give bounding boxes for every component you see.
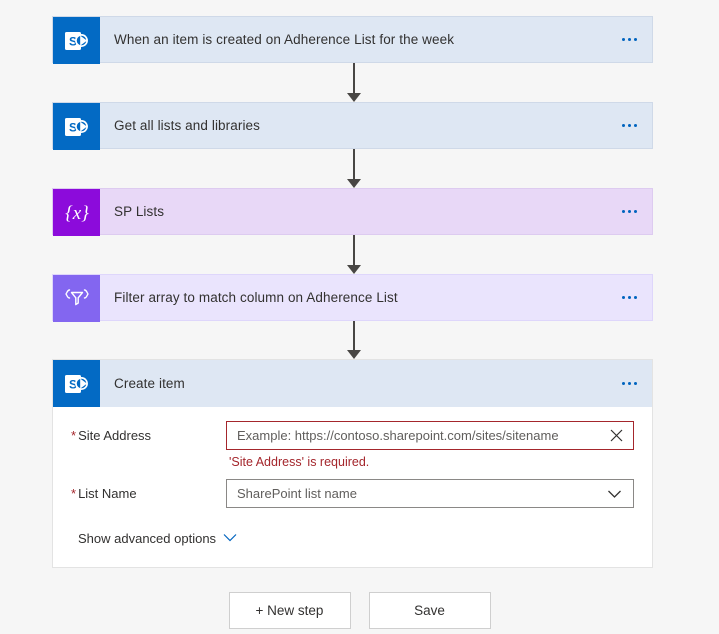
list-name-placeholder: SharePoint list name <box>237 486 357 501</box>
site-address-label-text: Site Address <box>78 428 152 443</box>
variable-icon: {x} <box>53 189 100 236</box>
flow-step-card[interactable]: {x} SP Lists <box>52 188 653 236</box>
action-card-title: Create item <box>114 376 185 391</box>
flow-step-card[interactable]: S Get all lists and libraries <box>52 102 653 150</box>
site-address-field-row: * Site Address Example: https://contoso.s… <box>53 421 652 450</box>
flow-designer-canvas: S When an item is created on Adherence L… <box>0 0 719 634</box>
flow-connector-arrow <box>345 149 363 188</box>
required-marker: * <box>71 486 77 501</box>
site-address-label: * Site Address <box>71 428 226 443</box>
more-options-icon[interactable] <box>606 103 652 148</box>
filter-array-icon <box>53 275 100 322</box>
close-icon[interactable] <box>605 429 627 442</box>
flow-step-card[interactable]: S When an item is created on Adherence L… <box>52 16 653 64</box>
sharepoint-icon: S <box>53 17 100 64</box>
more-options-icon[interactable] <box>606 275 652 320</box>
footer-actions: + New step Save <box>0 592 719 629</box>
site-address-error-row: 'Site Address' is required. <box>53 453 652 479</box>
sharepoint-icon: S <box>53 103 100 150</box>
more-options-icon[interactable] <box>606 360 652 407</box>
more-options-icon[interactable] <box>606 17 652 62</box>
site-address-error-message: 'Site Address' is required. <box>229 455 370 469</box>
list-name-dropdown[interactable]: SharePoint list name <box>226 479 634 508</box>
action-card-body: * Site Address Example: https://contoso.s… <box>53 407 652 567</box>
show-advanced-options-toggle[interactable]: Show advanced options <box>53 511 652 547</box>
site-address-placeholder: Example: https://contoso.sharepoint.com/… <box>237 428 559 443</box>
site-address-input[interactable]: Example: https://contoso.sharepoint.com/… <box>226 421 634 450</box>
required-marker: * <box>71 428 77 443</box>
flow-connector-arrow <box>345 63 363 102</box>
flow-step-title: SP Lists <box>114 204 165 219</box>
chevron-down-icon[interactable] <box>223 529 237 547</box>
flow-step-title: Get all lists and libraries <box>114 118 261 133</box>
save-button[interactable]: Save <box>368 592 491 629</box>
sharepoint-icon: S <box>53 360 100 407</box>
flow-connector-arrow <box>345 235 363 274</box>
action-card-header[interactable]: S Create item <box>53 360 652 407</box>
svg-text:{x}: {x} <box>65 203 89 224</box>
create-item-action-card: S Create item * Site Address Example: htt… <box>52 359 653 568</box>
show-advanced-options-label: Show advanced options <box>78 530 217 546</box>
flow-step-title: When an item is created on Adherence Lis… <box>114 32 455 47</box>
list-name-label-text: List Name <box>78 486 137 501</box>
list-name-field-row: * List Name SharePoint list name <box>53 479 652 508</box>
flow-step-title: Filter array to match column on Adherenc… <box>114 290 398 305</box>
new-step-button[interactable]: + New step <box>228 592 351 629</box>
list-name-label: * List Name <box>71 486 226 501</box>
more-options-icon[interactable] <box>606 189 652 234</box>
flow-connector-arrow <box>345 321 363 359</box>
chevron-down-icon[interactable] <box>603 489 625 499</box>
flow-step-card[interactable]: Filter array to match column on Adherenc… <box>52 274 653 322</box>
